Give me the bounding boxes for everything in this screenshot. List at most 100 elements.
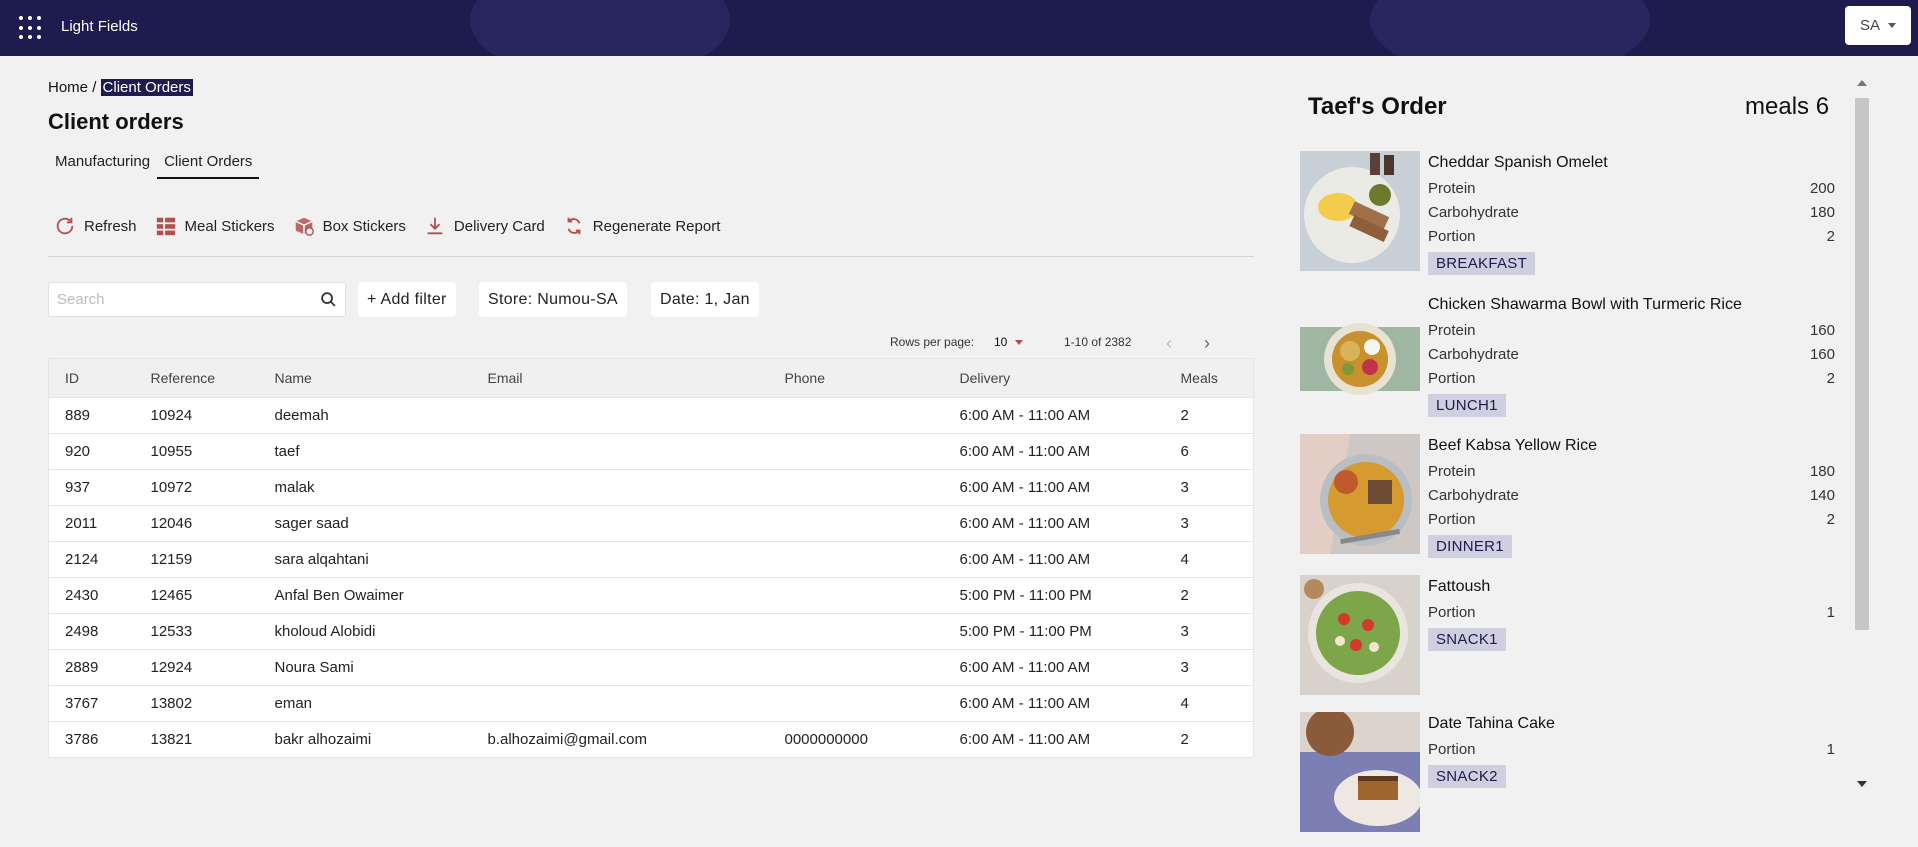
table-row[interactable]: 889 10924 deemah 6:00 AM - 11:00 AM 2 bbox=[48, 397, 1254, 434]
header-name[interactable]: Name bbox=[259, 359, 472, 398]
meal-name: Cheddar Spanish Omelet bbox=[1428, 154, 1608, 171]
nutrient-label: Portion bbox=[1428, 228, 1476, 245]
cell-id: 920 bbox=[65, 443, 91, 460]
nutrient-row: Portion 1 bbox=[1428, 741, 1835, 758]
meal-image bbox=[1300, 151, 1420, 271]
meal-type-tag: BREAKFAST bbox=[1428, 252, 1536, 275]
table-row[interactable]: 937 10972 malak 6:00 AM - 11:00 AM 3 bbox=[48, 469, 1254, 506]
table-row[interactable]: 2124 12159 sara alqahtani 6:00 AM - 11:00 A… bbox=[48, 541, 1254, 578]
page-title: Client orders bbox=[48, 109, 184, 134]
nutrient-row: Carbohydrate 140 bbox=[1428, 487, 1835, 504]
orders-table: ID Reference Name Email Phone Delivery M… bbox=[48, 358, 1254, 758]
cell-meals: 2 bbox=[1180, 587, 1189, 604]
cell-phone bbox=[769, 578, 944, 614]
previous-page-icon[interactable]: ‹ bbox=[1166, 333, 1172, 354]
cell-id: 889 bbox=[65, 407, 91, 424]
breadcrumb-current: Client Orders bbox=[100, 79, 193, 96]
table-row[interactable]: 3786 13821 bakr alhozaimi b.alhozaimi@gmail… bbox=[48, 721, 1254, 758]
meal-image bbox=[1300, 712, 1420, 832]
breadcrumb-separator: / bbox=[92, 79, 97, 96]
header-email[interactable]: Email bbox=[472, 359, 769, 398]
header-delivery[interactable]: Delivery bbox=[944, 359, 1165, 398]
rows-per-page-label: Rows per page: bbox=[890, 335, 975, 349]
cell-delivery: 6:00 AM - 11:00 AM bbox=[959, 515, 1091, 532]
chevron-down-icon bbox=[1888, 23, 1896, 28]
nutrient-value: 180 bbox=[1809, 463, 1835, 480]
user-menu-button[interactable]: SA bbox=[1845, 6, 1911, 45]
cell-name: Anfal Ben Owaimer bbox=[274, 587, 404, 604]
box-stickers-label: Box Stickers bbox=[322, 217, 406, 235]
nutrient-value: 2 bbox=[1826, 370, 1835, 387]
date-filter-chip[interactable]: Date: 1, Jan bbox=[651, 282, 759, 317]
meal-image bbox=[1300, 575, 1420, 695]
table-row[interactable]: 2011 12046 sager saad 6:00 AM - 11:00 AM 3 bbox=[48, 505, 1254, 542]
store-filter-chip[interactable]: Store: Numou-SA bbox=[479, 282, 627, 317]
cell-name: eman bbox=[274, 695, 313, 712]
search-input[interactable] bbox=[49, 283, 309, 316]
header-id[interactable]: ID bbox=[49, 359, 135, 398]
cell-email bbox=[472, 398, 769, 434]
header-reference[interactable]: Reference bbox=[135, 359, 259, 398]
nutrient-value: 160 bbox=[1809, 346, 1835, 363]
table-row[interactable]: 2498 12533 kholoud Alobidi 5:00 PM - 11:00 … bbox=[48, 613, 1254, 650]
cell-delivery: 6:00 AM - 11:00 AM bbox=[959, 695, 1091, 712]
delivery-card-button[interactable]: Delivery Card bbox=[424, 215, 545, 237]
header-phone[interactable]: Phone bbox=[769, 359, 944, 398]
nutrient-row: Protein 160 bbox=[1428, 322, 1835, 339]
download-icon bbox=[427, 217, 443, 235]
cell-meals: 2 bbox=[1180, 731, 1189, 748]
scroll-up-icon[interactable] bbox=[1857, 80, 1867, 86]
cell-email bbox=[472, 470, 769, 506]
meal-name: Fattoush bbox=[1428, 578, 1491, 595]
refresh-button[interactable]: Refresh bbox=[54, 215, 137, 237]
nutrient-label: Protein bbox=[1428, 180, 1476, 197]
scrollbar-thumb[interactable] bbox=[1855, 98, 1869, 630]
cell-email bbox=[472, 578, 769, 614]
nutrient-row: Portion 2 bbox=[1428, 228, 1835, 245]
app-title[interactable]: Light Fields bbox=[61, 18, 138, 35]
nutrient-row: Carbohydrate 160 bbox=[1428, 346, 1835, 363]
meal-name: Chicken Shawarma Bowl with Turmeric Rice bbox=[1428, 296, 1742, 313]
cell-meals: 2 bbox=[1180, 407, 1189, 424]
cell-delivery: 6:00 AM - 11:00 AM bbox=[959, 407, 1091, 424]
cell-meals: 3 bbox=[1180, 479, 1189, 496]
cell-name: deemah bbox=[274, 407, 329, 424]
cell-reference: 10955 bbox=[150, 443, 193, 460]
table-header-row: ID Reference Name Email Phone Delivery M… bbox=[48, 358, 1254, 398]
tab-manufacturing[interactable]: Manufacturing bbox=[48, 151, 157, 179]
cell-name: Noura Sami bbox=[274, 659, 354, 676]
box-stickers-button[interactable]: Box Stickers bbox=[293, 215, 406, 237]
meal-stickers-button[interactable]: Meal Stickers bbox=[155, 215, 275, 237]
meal-name: Beef Kabsa Yellow Rice bbox=[1428, 437, 1597, 454]
cell-email bbox=[472, 434, 769, 470]
nutrient-row: Portion 2 bbox=[1428, 370, 1835, 387]
cell-name: bakr alhozaimi bbox=[274, 731, 372, 748]
header-decoration bbox=[1370, 0, 1650, 56]
nutrient-row: Portion 2 bbox=[1428, 511, 1835, 528]
header-meals[interactable]: Meals bbox=[1165, 359, 1254, 398]
meal-type-tag: SNACK2 bbox=[1428, 765, 1506, 788]
tab-client-orders[interactable]: Client Orders bbox=[157, 151, 260, 179]
meal-image bbox=[1300, 434, 1420, 554]
rows-per-page-select[interactable]: 10 bbox=[994, 335, 1024, 349]
cell-delivery: 6:00 AM - 11:00 AM bbox=[959, 443, 1091, 460]
scroll-down-icon[interactable] bbox=[1857, 781, 1867, 787]
cell-phone bbox=[769, 614, 944, 650]
table-row[interactable]: 2889 12924 Noura Sami 6:00 AM - 11:00 AM 3 bbox=[48, 649, 1254, 686]
search-icon[interactable] bbox=[320, 291, 337, 308]
cell-name: malak bbox=[274, 479, 315, 496]
cell-delivery: 6:00 AM - 11:00 AM bbox=[959, 659, 1091, 676]
regenerate-report-button[interactable]: Regenerate Report bbox=[563, 215, 720, 237]
toolbar: Refresh Meal Stickers Box Stickers Deliv… bbox=[54, 215, 720, 237]
apps-grid-icon[interactable] bbox=[19, 16, 43, 40]
table-row[interactable]: 2430 12465 Anfal Ben Owaimer 5:00 PM - 11:0… bbox=[48, 577, 1254, 614]
nutrient-label: Protein bbox=[1428, 463, 1476, 480]
next-page-icon[interactable]: › bbox=[1204, 333, 1210, 354]
add-filter-button[interactable]: + Add filter bbox=[358, 282, 456, 317]
cell-phone bbox=[769, 398, 944, 434]
nutrient-value: 2 bbox=[1826, 511, 1835, 528]
table-row[interactable]: 3767 13802 eman 6:00 AM - 11:00 AM 4 bbox=[48, 685, 1254, 722]
breadcrumb-home[interactable]: Home bbox=[48, 79, 88, 96]
nutrient-label: Carbohydrate bbox=[1428, 487, 1519, 504]
table-row[interactable]: 920 10955 taef 6:00 AM - 11:00 AM 6 bbox=[48, 433, 1254, 470]
